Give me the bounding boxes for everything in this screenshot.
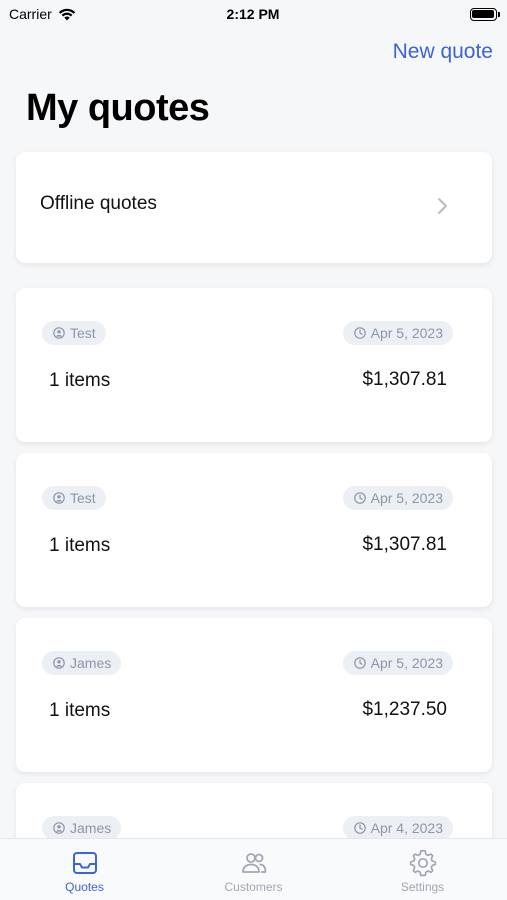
item-count: 1 items [49, 700, 111, 721]
quote-card[interactable]: Test Apr 5, 2023 1 items $1,307.81 [16, 288, 492, 442]
status-time: 2:12 PM [226, 6, 280, 22]
users-icon [241, 853, 266, 873]
quote-card[interactable]: James Apr 5, 2023 1 items $1,237.50 [16, 618, 492, 772]
quote-date: Apr 5, 2023 [370, 655, 443, 671]
item-count: 1 items [49, 370, 111, 391]
offline-quotes-row[interactable]: Offline quotes [16, 152, 492, 263]
quote-amount: $1,237.50 [362, 699, 447, 720]
tab-customers[interactable]: Customers [169, 839, 338, 900]
customer-name: Test [70, 325, 96, 341]
date-badge: Apr 4, 2023 [342, 816, 453, 840]
carrier-label: Carrier [9, 6, 52, 22]
chevron-right-icon [438, 198, 447, 214]
user-icon [53, 492, 65, 504]
tab-customers-label: Customers [224, 880, 283, 894]
clock-icon [353, 657, 366, 669]
offline-quotes-label: Offline quotes [40, 193, 157, 214]
tab-settings-label: Settings [400, 880, 445, 894]
user-icon [53, 822, 65, 834]
date-badge: Apr 5, 2023 [342, 651, 453, 675]
customer-badge: James [42, 816, 122, 840]
status-right [377, 7, 500, 21]
customer-badge: James [42, 651, 122, 675]
customer-name: James [70, 820, 112, 836]
status-bar: Carrier 2:12 PM [0, 0, 507, 28]
new-quote-button[interactable]: New quote [393, 40, 493, 64]
wifi-icon [58, 8, 75, 20]
battery-icon [469, 7, 500, 21]
tab-quotes-label: Quotes [65, 880, 104, 894]
quote-amount: $1,307.81 [362, 369, 447, 390]
customer-badge: Test [42, 486, 106, 510]
customer-name: James [70, 655, 112, 671]
user-icon [53, 657, 65, 669]
status-left: Carrier [9, 6, 129, 22]
date-badge: Apr 5, 2023 [342, 321, 453, 345]
clock-icon [353, 492, 366, 504]
tab-quotes[interactable]: Quotes [0, 839, 169, 900]
customer-badge: Test [42, 321, 106, 345]
quote-date: Apr 4, 2023 [370, 820, 443, 836]
gear-icon [409, 849, 436, 877]
quote-card[interactable]: Test Apr 5, 2023 1 items $1,307.81 [16, 453, 492, 607]
inbox-icon [72, 852, 97, 874]
quote-amount: $1,307.81 [362, 534, 447, 555]
quote-date: Apr 5, 2023 [370, 325, 443, 341]
customer-name: Test [70, 490, 96, 506]
tab-bar: Quotes Customers Settings [0, 838, 507, 900]
quote-date: Apr 5, 2023 [370, 490, 443, 506]
clock-icon [353, 822, 366, 834]
item-count: 1 items [49, 535, 111, 556]
date-badge: Apr 5, 2023 [342, 486, 453, 510]
page-title: My quotes [26, 87, 210, 129]
tab-settings[interactable]: Settings [338, 839, 507, 900]
user-icon [53, 327, 65, 339]
clock-icon [353, 327, 366, 339]
